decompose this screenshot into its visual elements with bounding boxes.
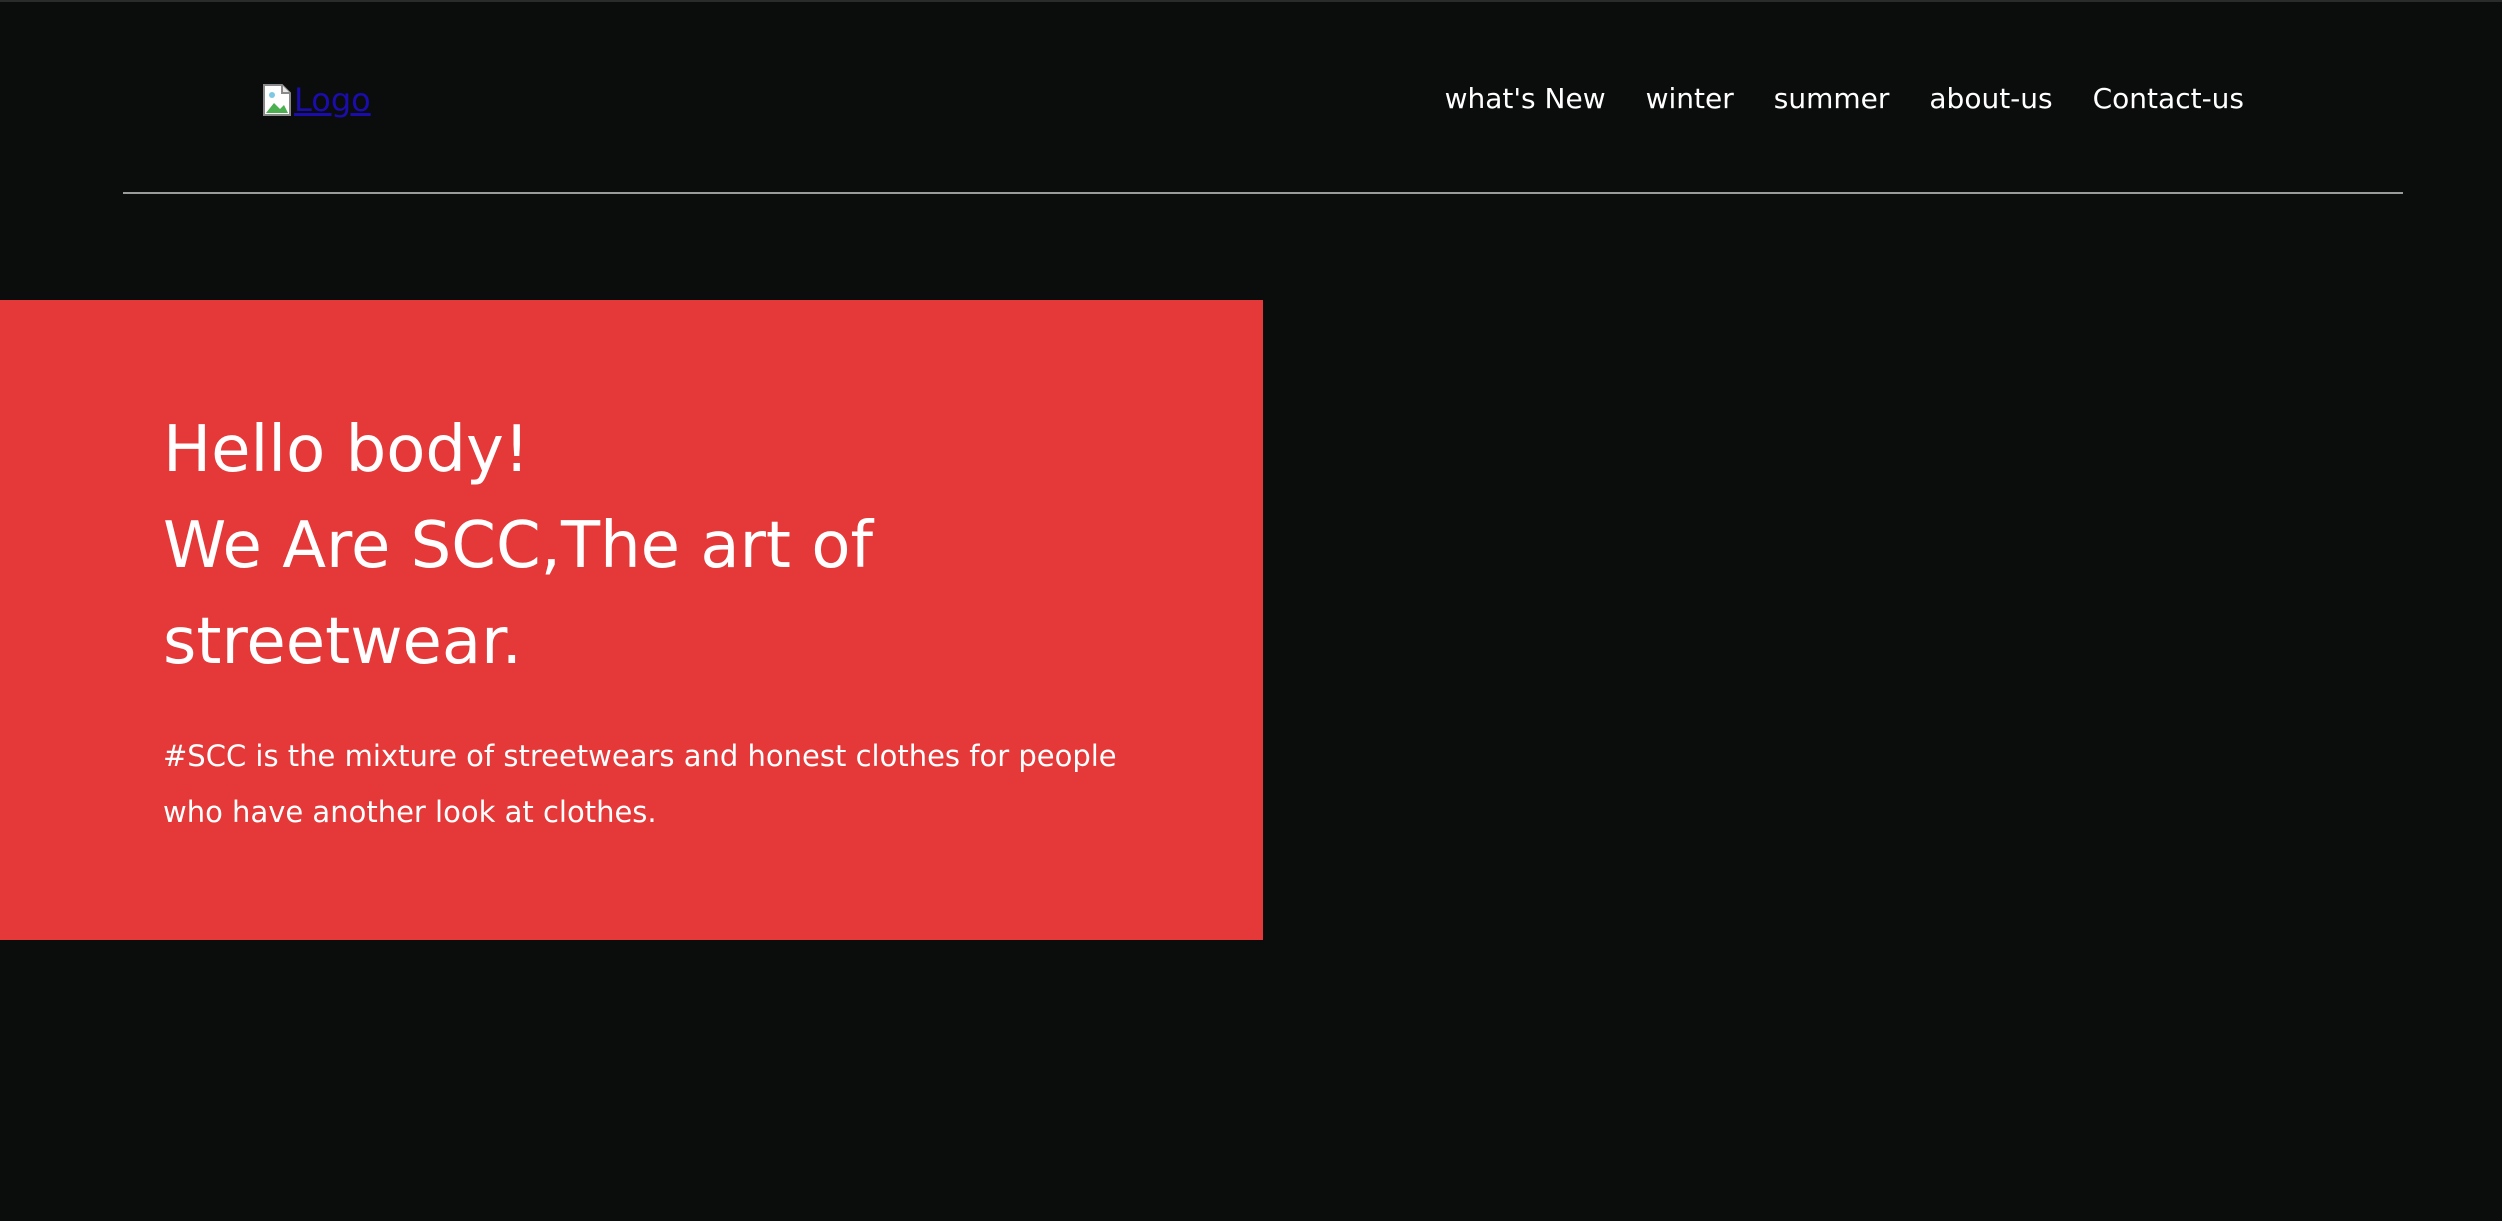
nav-link-whats-new[interactable]: what's New <box>1445 76 1606 122</box>
main-nav: what's New winter summer about-us Contac… <box>1445 76 2244 122</box>
hero-banner: Hello body! We Are SCC,The art of street… <box>0 300 1263 940</box>
broken-image-icon <box>262 83 292 117</box>
nav-link-contact-us[interactable]: Contact-us <box>2093 76 2244 122</box>
hero-title-line: streetwear. <box>163 605 522 679</box>
nav-link-summer[interactable]: summer <box>1774 76 1890 122</box>
hero-description: #SCC is the mixture of streetwears and h… <box>163 739 1117 829</box>
hero-title-line: We Are SCC,The art of <box>163 509 874 583</box>
logo-link[interactable]: Logo <box>262 78 371 122</box>
hero-title: Hello body! We Are SCC,The art of street… <box>163 402 1163 690</box>
site-header: Logo what's New winter summer about-us C… <box>0 0 2502 194</box>
hero-title-line: Hello body! <box>163 413 530 487</box>
nav-link-winter[interactable]: winter <box>1646 76 1734 122</box>
logo-alt-text: Logo <box>294 81 371 119</box>
header-divider <box>123 192 2403 194</box>
nav-link-about-us[interactable]: about-us <box>1929 76 2052 122</box>
